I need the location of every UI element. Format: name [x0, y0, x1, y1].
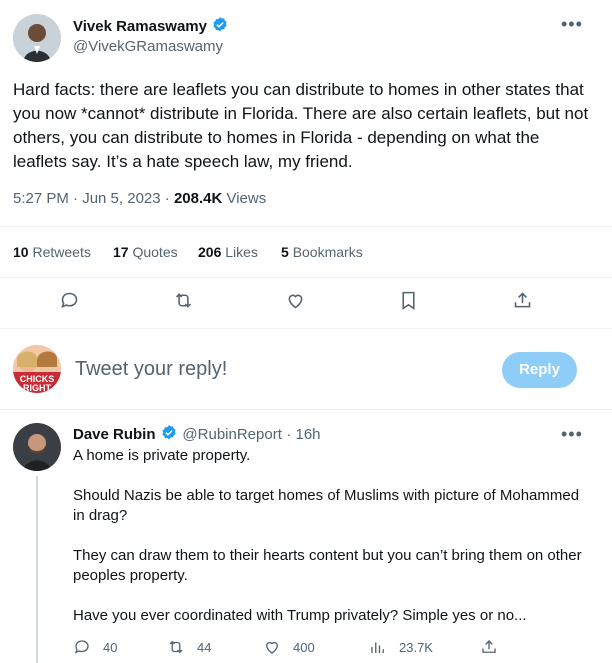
avatar[interactable]: [13, 14, 61, 62]
tweet-timestamp[interactable]: 5:27 PM · Jun 5, 2023 ·: [13, 190, 170, 207]
reply-action[interactable]: [59, 290, 80, 316]
reply-author-name[interactable]: Dave Rubin: [73, 426, 156, 443]
reply-retweets-action[interactable]: 44: [167, 638, 211, 656]
composer-avatar[interactable]: CHICKS RIGHT: [13, 345, 61, 393]
reply-icon[interactable]: [73, 638, 91, 656]
retweet-action[interactable]: [173, 290, 194, 316]
reply-author-handle[interactable]: @RubinReport: [182, 426, 281, 443]
reply-paragraph: A home is private property.: [73, 447, 251, 464]
replies-count: 40: [103, 639, 118, 655]
reply-share-action[interactable]: [480, 638, 498, 656]
likes-count: 400: [293, 639, 315, 655]
verified-badge-icon: [162, 425, 176, 440]
share-icon[interactable]: [512, 290, 533, 311]
views-count: 23.7K: [399, 639, 433, 655]
views-count: 208.4K: [173, 190, 223, 207]
reply-paragraph: Should Nazis be able to target homes of …: [73, 487, 580, 524]
quotes-stat[interactable]: 17 Quotes: [113, 244, 178, 260]
reply-paragraph: They can draw them to their hearts conte…: [73, 547, 582, 584]
reply-more-options-icon[interactable]: •••: [561, 424, 583, 445]
retweets-stat[interactable]: 10 Retweets: [13, 244, 91, 260]
reply-text: A home is private property. Should Nazis…: [73, 446, 583, 646]
reply-author-avatar[interactable]: [13, 423, 61, 471]
views-label: Views: [226, 190, 267, 207]
retweet-icon[interactable]: [167, 638, 185, 656]
reply-paragraph: Have you ever coordinated with Trump pri…: [73, 607, 527, 624]
reply-time[interactable]: · 16h: [286, 426, 320, 443]
retweets-count: 44: [197, 639, 212, 655]
like-icon[interactable]: [285, 290, 306, 311]
likes-stat[interactable]: 206 Likes: [198, 244, 258, 260]
reply-likes-action[interactable]: 400: [263, 638, 315, 656]
bookmarks-stat[interactable]: 5 Bookmarks: [281, 244, 363, 260]
bookmark-icon[interactable]: [398, 290, 419, 311]
tweet-text: Hard facts: there are leaflets you can d…: [13, 80, 589, 171]
share-action[interactable]: [512, 290, 533, 316]
thread-line: [36, 476, 38, 663]
retweet-icon[interactable]: [173, 290, 194, 311]
more-options-icon[interactable]: •••: [561, 14, 583, 35]
reply-icon[interactable]: [59, 290, 80, 311]
reply-button[interactable]: Reply: [502, 352, 577, 388]
reply-input[interactable]: Tweet your reply!: [75, 358, 227, 381]
reply-replies-action[interactable]: 40: [73, 638, 117, 656]
author-name[interactable]: Vivek Ramaswamy: [73, 18, 207, 35]
like-action[interactable]: [285, 290, 306, 316]
verified-badge-icon: [213, 17, 228, 32]
like-icon[interactable]: [263, 638, 281, 656]
author-handle[interactable]: @VivekGRamaswamy: [73, 38, 223, 55]
share-icon[interactable]: [480, 638, 498, 656]
bookmark-action[interactable]: [398, 290, 419, 316]
tweet-metadata: 5:27 PM · Jun 5, 2023 · 208.4K Views: [13, 190, 266, 207]
reply-views-action[interactable]: 23.7K: [369, 638, 433, 656]
composer-avatar-label: CHICKS RIGHT: [19, 374, 55, 393]
views-icon[interactable]: [369, 638, 387, 656]
